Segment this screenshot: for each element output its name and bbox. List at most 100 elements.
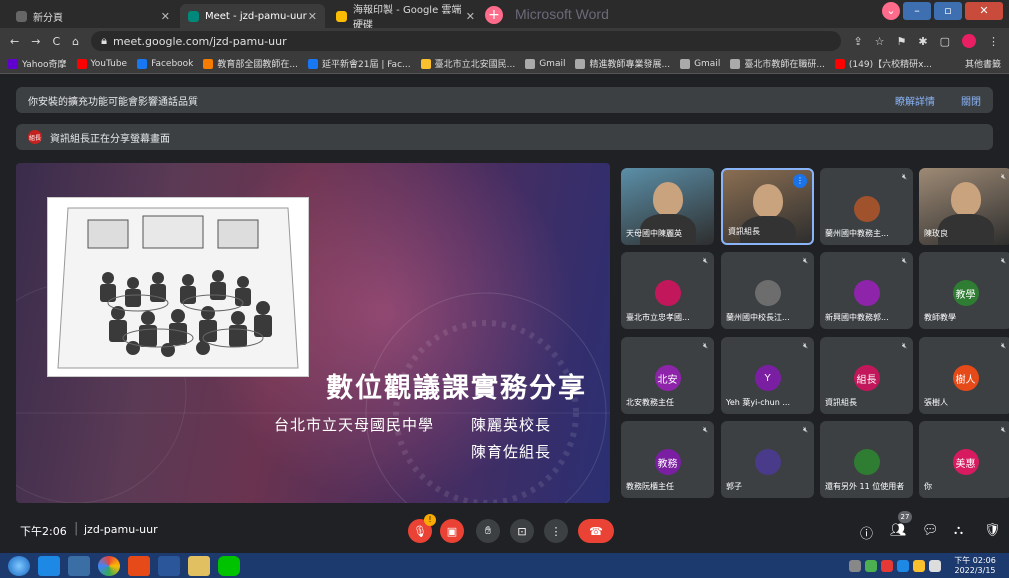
bookmark-item[interactable]: 臺北市教師在職研... bbox=[730, 57, 825, 70]
info-icon[interactable]: ⓘ bbox=[860, 523, 873, 542]
sidepanel-icon[interactable]: ▢ bbox=[940, 35, 950, 48]
participant-tile[interactable]: 天母國中陳麗英 bbox=[621, 168, 714, 245]
tray-icon[interactable] bbox=[865, 559, 877, 572]
chevron-down-icon[interactable]: ⌄ bbox=[882, 2, 900, 20]
star-icon[interactable]: ☆ bbox=[875, 35, 885, 48]
tray-icon[interactable] bbox=[897, 559, 909, 572]
hand-icon: ✋︎ bbox=[484, 524, 492, 537]
raise-hand-button[interactable]: ✋︎ bbox=[476, 519, 500, 543]
host-controls-icon[interactable]: 🛡︎ bbox=[984, 523, 1001, 538]
participant-tile[interactable]: 美惠 🔇︎ 你 bbox=[919, 421, 1009, 498]
participant-name: 資訊組長 bbox=[728, 227, 760, 236]
bookmark-item[interactable]: Yahoo奇摩 bbox=[8, 57, 67, 70]
participant-tile[interactable]: 🔇︎ 陳玫良 bbox=[919, 168, 1009, 245]
participant-tile[interactable]: ⋮ 資訊組長 bbox=[721, 168, 814, 245]
bookmark-item[interactable]: Facebook bbox=[137, 58, 193, 69]
bookmark-item[interactable]: 教育部全國教師在... bbox=[203, 57, 298, 70]
participant-tile[interactable]: 還有另外 11 位使用者 bbox=[820, 421, 913, 498]
minimize-button[interactable]: – bbox=[903, 2, 931, 20]
tray-icon[interactable] bbox=[849, 559, 861, 572]
participant-tile[interactable]: 🔇︎ 蘭州國中教務主... bbox=[820, 168, 913, 245]
share-icon[interactable]: ⇪ bbox=[853, 35, 862, 48]
bookmark-item[interactable]: 臺北市立北安國民... bbox=[420, 57, 515, 70]
bookmark-label: (149)【六校精研x... bbox=[848, 60, 933, 70]
participant-tile[interactable]: 🔇︎ 臺北市立忠孝國... bbox=[621, 252, 714, 329]
participant-tile[interactable]: 🔇︎ 郭子 bbox=[721, 421, 814, 498]
mic-muted-icon: 🔇︎ bbox=[702, 341, 708, 350]
warning-text: 你安裝的擴充功能可能會影響通話品質 bbox=[28, 96, 198, 108]
tray-icon[interactable] bbox=[913, 559, 925, 572]
participant-tile[interactable]: 🔇︎ 蘭州國中校長江... bbox=[721, 252, 814, 329]
learn-more-link[interactable]: 瞭解詳情 bbox=[895, 93, 935, 108]
chat-icon[interactable]: 💬︎ bbox=[922, 523, 939, 538]
participant-tile[interactable]: 組長 🔇︎ 資訊組長 bbox=[820, 337, 913, 414]
explorer-icon[interactable] bbox=[68, 555, 90, 576]
participant-tile[interactable]: 樹人 🔇︎ 張樹人 bbox=[919, 337, 1009, 414]
bookmark-item[interactable]: Gmail bbox=[525, 58, 565, 69]
bookmark-item[interactable]: Gmail bbox=[680, 58, 721, 69]
activities-icon[interactable]: ⛬ bbox=[954, 523, 963, 538]
mic-off-icon: 🎙︎ bbox=[413, 524, 427, 538]
tray-icon[interactable] bbox=[881, 559, 893, 572]
puzzle-icon[interactable]: ✱ bbox=[918, 35, 927, 48]
mic-muted-icon: 🔇︎ bbox=[901, 172, 907, 181]
extension-icon[interactable]: ⚑ bbox=[897, 35, 907, 48]
participant-tile[interactable]: 🔇︎ 新興國中教務郭... bbox=[820, 252, 913, 329]
bookmark-item[interactable]: 延平新會21屆 | Fac... bbox=[308, 57, 411, 70]
forward-icon[interactable]: → bbox=[31, 35, 40, 48]
system-clock[interactable]: 下午 02:06 2022/3/15 bbox=[949, 556, 1001, 576]
app-icon[interactable] bbox=[128, 555, 150, 576]
close-icon[interactable]: ✕ bbox=[161, 10, 170, 23]
volume-icon[interactable] bbox=[929, 559, 941, 572]
bookmark-item[interactable]: (149)【六校精研x... bbox=[834, 57, 933, 70]
bookmark-label: Gmail bbox=[694, 58, 721, 69]
participant-name: 張樹人 bbox=[924, 398, 948, 407]
speaking-indicator-icon: ⋮ bbox=[793, 174, 807, 188]
close-icon[interactable]: ✕ bbox=[308, 10, 317, 23]
reload-icon[interactable]: C bbox=[52, 35, 60, 48]
participant-name: 北安教務主任 bbox=[626, 398, 674, 407]
back-icon[interactable]: ← bbox=[10, 35, 19, 48]
home-icon[interactable]: ⌂ bbox=[72, 35, 79, 48]
bookmark-item[interactable]: 精進教師專業發展... bbox=[575, 57, 670, 70]
leave-call-button[interactable]: ☎︎ bbox=[578, 519, 614, 543]
people-icon[interactable]: 👥︎ bbox=[890, 523, 907, 538]
url-field[interactable]: 🔒︎ meet.google.com/jzd-pamu-uur bbox=[91, 31, 842, 51]
new-tab-button[interactable]: + bbox=[485, 6, 503, 24]
participant-avatar: 組長 bbox=[853, 365, 880, 391]
chrome-icon[interactable] bbox=[98, 555, 120, 576]
line-icon[interactable] bbox=[218, 555, 240, 576]
tab-new[interactable]: 新分頁 ✕ bbox=[8, 4, 178, 28]
camera-off-button[interactable]: ▣ bbox=[440, 519, 464, 543]
close-banner-button[interactable]: 關閉 bbox=[961, 93, 981, 108]
more-options-button[interactable]: ⋮ bbox=[544, 519, 568, 543]
start-icon[interactable] bbox=[8, 555, 30, 576]
participant-name: 蘭州國中校長江... bbox=[726, 313, 790, 322]
lock-icon: 🔒︎ bbox=[101, 34, 107, 47]
bookmark-label: 臺北市教師在職研... bbox=[744, 60, 825, 70]
close-window-button[interactable]: ✕ bbox=[965, 2, 1003, 20]
participant-tile[interactable]: Y 🔇︎ Yeh 葉yi-chun ... bbox=[721, 337, 814, 414]
mic-muted-icon: 🔇︎ bbox=[1000, 256, 1006, 265]
participant-tile[interactable]: 教學 🔇︎ 教師教學 bbox=[919, 252, 1009, 329]
folder-icon[interactable] bbox=[188, 555, 210, 576]
menu-icon[interactable]: ⋮ bbox=[988, 35, 999, 48]
close-icon[interactable]: ✕ bbox=[466, 10, 475, 23]
browser-tab-strip: 新分頁 ✕ Meet - jzd-pamu-uur ✕ 海報印製 - Googl… bbox=[0, 0, 1009, 31]
present-button[interactable]: ⊡ bbox=[510, 519, 534, 543]
participant-tile[interactable]: 教務 🔇︎ 教務阮櫃主任 bbox=[621, 421, 714, 498]
bookmark-label: Yahoo奇摩 bbox=[22, 60, 67, 70]
tab-meet[interactable]: Meet - jzd-pamu-uur ✕ bbox=[180, 4, 325, 28]
meeting-time: 下午2:06 bbox=[20, 525, 67, 538]
profile-avatar[interactable] bbox=[962, 34, 976, 48]
bookmark-item[interactable]: YouTube bbox=[76, 58, 127, 69]
tab-drive[interactable]: 海報印製 - Google 雲端硬碟 ✕ bbox=[328, 4, 483, 31]
clock-time: 下午 02:06 bbox=[954, 555, 996, 565]
maximize-button[interactable]: ▫ bbox=[934, 2, 962, 20]
slide-speaker-2: 陳育佐組長 bbox=[471, 443, 552, 461]
mic-warning-badge: ! bbox=[424, 514, 436, 526]
word-icon[interactable] bbox=[158, 555, 180, 576]
participant-tile[interactable]: 北安 🔇︎ 北安教務主任 bbox=[621, 337, 714, 414]
ie-icon[interactable] bbox=[38, 555, 60, 576]
other-bookmarks[interactable]: 其他書籤 bbox=[965, 57, 1001, 70]
